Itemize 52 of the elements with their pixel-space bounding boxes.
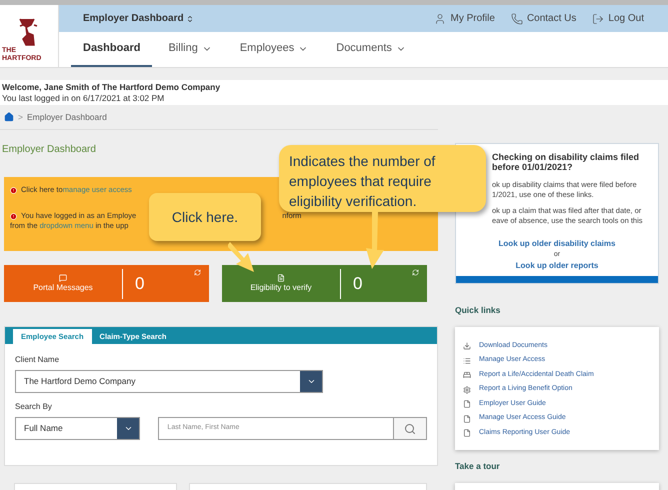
document-icon [463,429,471,437]
tile-label: Portal Messages [33,282,93,294]
sort-icon [186,14,194,22]
download-icon [463,342,471,350]
count-tile[interactable]: Eligibility to verify 0 [222,265,427,302]
breadcrumb-link[interactable]: Employer Dashboard [26,110,107,124]
tile-label: Eligibility to verify [250,282,312,294]
refresh-icon[interactable] [194,269,201,276]
tile-count: 0 [135,272,144,295]
refresh-icon[interactable] [412,269,419,276]
older-claims-link[interactable]: Look up older disability claims [498,238,616,249]
header-link[interactable]: Log Out [592,11,644,26]
bed-icon [463,371,471,379]
count-tile[interactable]: Portal Messages 0 [4,265,209,302]
client-select[interactable]: The Hartford Demo Company [15,370,323,393]
header-link[interactable]: Contact Us [510,11,576,26]
logout-icon [592,12,604,24]
document-icon [277,274,285,282]
search-button[interactable] [394,417,427,440]
field-label: Client Name [15,354,60,366]
section-title: Take a tour [455,460,501,472]
field-label: Search By [15,401,53,413]
nav-tab[interactable]: Billing [156,32,224,67]
callout: Indicates the number of employees that require eligibility verification. [279,145,486,212]
alert-icon [10,212,17,220]
callout: Click here. [149,193,261,241]
document-icon [463,400,471,408]
list-icon [463,356,471,364]
chevron-icon [124,424,133,433]
page-title: Employer Dashboard [2,143,97,157]
dashboard-switcher[interactable]: Employer Dashboard [83,11,194,26]
speech-bubble-icon [59,274,67,282]
search-by-select[interactable]: Full Name [15,417,140,440]
welcome-text: Welcome, Jane Smith of The Hartford Demo Company [2,82,222,93]
chevron-icon [306,377,316,386]
gear-icon [463,386,471,394]
search-icon [404,422,416,434]
home-icon[interactable] [4,112,14,122]
document-icon [463,414,471,422]
nav-tab[interactable]: Employees [228,32,320,67]
user-icon [434,12,446,24]
breadcrumb-separator: > [18,110,23,124]
older-reports-link[interactable]: Look up older reports [516,260,598,271]
tile-count: 0 [353,272,362,295]
phone-icon [510,12,523,24]
nav-tab[interactable]: Documents [324,32,418,67]
alert-icon [10,186,17,194]
nav-tab[interactable]: Dashboard [71,32,152,67]
info-title: Checking on disability claims filed before 01/01/2021? [492,152,640,172]
last-login-text: You last logged in on 6/17/2021 at 3:02 PM [2,93,166,103]
section-title: Quick links [455,304,502,317]
header-link[interactable]: My Profile [434,11,495,26]
